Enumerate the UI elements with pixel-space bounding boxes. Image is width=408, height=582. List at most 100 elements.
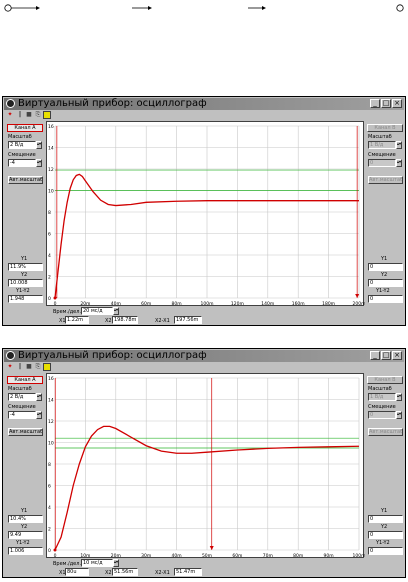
minimize-button[interactable]: _ bbox=[370, 351, 380, 360]
auto-scale-button[interactable]: Авт.масштаб bbox=[8, 176, 43, 184]
pause-icon[interactable]: ‖ bbox=[16, 111, 24, 119]
offset-spinner: ▴▾ bbox=[396, 411, 402, 419]
y2-label: Y2 bbox=[381, 272, 388, 278]
x2-label: X2 bbox=[105, 570, 112, 576]
y1-label: Y1 bbox=[381, 256, 388, 262]
schematic-fragment bbox=[4, 4, 404, 12]
scale-label: Масштаб bbox=[8, 134, 32, 140]
y2-label: Y2 bbox=[21, 272, 28, 278]
y-tick-label: 4 bbox=[48, 253, 51, 259]
offset-label: Смещение bbox=[8, 152, 36, 158]
oscilloscope-screen[interactable]: 16 14 12 10 8 6 4 2 0 0 20m 40m 60m 80m 100m 120m 140m 16… bbox=[46, 121, 365, 307]
save-icon[interactable] bbox=[43, 363, 51, 371]
y-tick-label: 12 bbox=[48, 167, 54, 173]
app-icon bbox=[6, 351, 15, 360]
cursor-x2-marker bbox=[355, 294, 360, 298]
time-div-field[interactable]: 20 мс/д bbox=[81, 307, 113, 315]
dy-field: 1.006 bbox=[8, 547, 43, 555]
y-tick-label: 2 bbox=[48, 527, 51, 533]
offset-field[interactable]: -4 bbox=[8, 159, 36, 167]
offset-field[interactable]: -4 bbox=[8, 411, 36, 419]
y1-label: Y1 bbox=[21, 508, 28, 514]
copy-icon[interactable]: ⎘ bbox=[34, 363, 42, 371]
channel-b-button[interactable]: Канал B bbox=[367, 376, 403, 384]
offset-spinner[interactable]: ▴▾ bbox=[36, 159, 42, 167]
stop-icon[interactable]: ■ bbox=[25, 363, 33, 371]
scale-field[interactable]: 2 В/д bbox=[8, 141, 36, 149]
y2-label: Y2 bbox=[21, 524, 28, 530]
dy-field: 0 bbox=[368, 295, 403, 303]
dy-field: 0 bbox=[368, 547, 403, 555]
offset-spinner[interactable]: ▴▾ bbox=[36, 411, 42, 419]
oscilloscope-screen[interactable]: 16 14 12 10 8 6 4 2 0 0 10m 20m 30m 40m 50m 60m 70m 80m 90… bbox=[46, 373, 365, 559]
time-div-spinner[interactable]: ▴▾ bbox=[113, 307, 119, 315]
auto-scale-button: Авт.масштаб bbox=[368, 176, 403, 184]
time-div-spinner[interactable]: ▴▾ bbox=[113, 559, 119, 567]
dy-label: Y1-Y2 bbox=[16, 288, 30, 294]
maximize-button[interactable]: □ bbox=[381, 351, 391, 360]
y-tick-label: 6 bbox=[48, 232, 51, 238]
scale-label: Масштаб bbox=[368, 134, 392, 140]
y-tick-label: 8 bbox=[48, 210, 51, 216]
stop-icon[interactable]: ■ bbox=[25, 111, 33, 119]
y2-field: 9.49 bbox=[8, 531, 43, 539]
channel-a-button[interactable]: Канал A bbox=[7, 124, 43, 132]
y-tick-label: 8 bbox=[48, 462, 51, 468]
copy-icon[interactable]: ⎘ bbox=[34, 111, 42, 119]
y-tick-label: 12 bbox=[48, 419, 54, 425]
x2-field: 51.56m bbox=[112, 568, 138, 576]
offset-label: Смещение bbox=[368, 152, 396, 158]
close-button[interactable]: × bbox=[392, 351, 402, 360]
x-tick-label: 0 bbox=[54, 553, 57, 559]
arrow-icon bbox=[148, 6, 152, 10]
y2-field: 10.008 bbox=[8, 279, 43, 287]
scale-spinner[interactable]: ▴▾ bbox=[36, 141, 42, 149]
x-tick-label: 70m bbox=[263, 553, 273, 559]
x-tick-label: 30m bbox=[141, 553, 151, 559]
x-tick-label: 100m bbox=[201, 301, 214, 307]
y-tick-label: 0 bbox=[48, 296, 51, 302]
toolbar: ✦ ‖ ■ ⎘ bbox=[4, 111, 404, 120]
maximize-button[interactable]: □ bbox=[381, 99, 391, 108]
x-tick-label: 80m bbox=[172, 301, 182, 307]
channel-b-button[interactable]: Канал B bbox=[367, 124, 403, 132]
x-tick-label: 180m bbox=[322, 301, 335, 307]
x-tick-label: 200m bbox=[353, 301, 365, 307]
run-icon[interactable]: ✦ bbox=[6, 111, 14, 119]
auto-scale-button[interactable]: Авт.масштаб bbox=[8, 428, 43, 436]
dx-field: 197.56m bbox=[174, 316, 202, 324]
trace-start-marker bbox=[53, 548, 57, 552]
terminal-left-icon bbox=[4, 4, 12, 12]
minimize-button[interactable]: _ bbox=[370, 99, 380, 108]
x-tick-label: 100m bbox=[353, 553, 365, 559]
offset-spinner: ▴▾ bbox=[396, 159, 402, 167]
x2-field: 198.78m bbox=[112, 316, 138, 324]
offset-label: Смещение bbox=[8, 404, 36, 410]
window-title: Виртуальный прибор: осциллограф bbox=[18, 98, 207, 109]
x1-field: 1.22m bbox=[65, 316, 89, 324]
scale-field[interactable]: 2 В/д bbox=[8, 393, 36, 401]
x-tick-label: 120m bbox=[231, 301, 244, 307]
offset-field: 0 bbox=[368, 411, 396, 419]
cursor-x2-marker bbox=[209, 546, 214, 550]
channel-a-button[interactable]: Канал A bbox=[7, 376, 43, 384]
scale-field: 1 В/д bbox=[368, 141, 396, 149]
run-icon[interactable]: ✦ bbox=[6, 363, 14, 371]
scale-label: Масштаб bbox=[8, 386, 32, 392]
title-bar[interactable]: Виртуальный прибор: осциллограф _ □ × bbox=[4, 98, 404, 110]
time-div-field[interactable]: 10 мс/д bbox=[81, 559, 113, 567]
title-bar[interactable]: Виртуальный прибор: осциллограф _ □ × bbox=[4, 350, 404, 362]
y-tick-label: 10 bbox=[48, 441, 54, 447]
scale-spinner[interactable]: ▴▾ bbox=[36, 393, 42, 401]
y2-label: Y2 bbox=[381, 524, 388, 530]
pause-icon[interactable]: ‖ bbox=[16, 363, 24, 371]
y-tick-label: 14 bbox=[48, 146, 54, 152]
terminal-right-icon bbox=[396, 4, 404, 12]
y1-label: Y1 bbox=[381, 508, 388, 514]
scale-spinner: ▴▾ bbox=[396, 393, 402, 401]
x2-label: X2 bbox=[105, 318, 112, 324]
y-tick-label: 10 bbox=[48, 189, 54, 195]
close-button[interactable]: × bbox=[392, 99, 402, 108]
save-icon[interactable] bbox=[43, 111, 51, 119]
x-tick-label: 160m bbox=[292, 301, 305, 307]
